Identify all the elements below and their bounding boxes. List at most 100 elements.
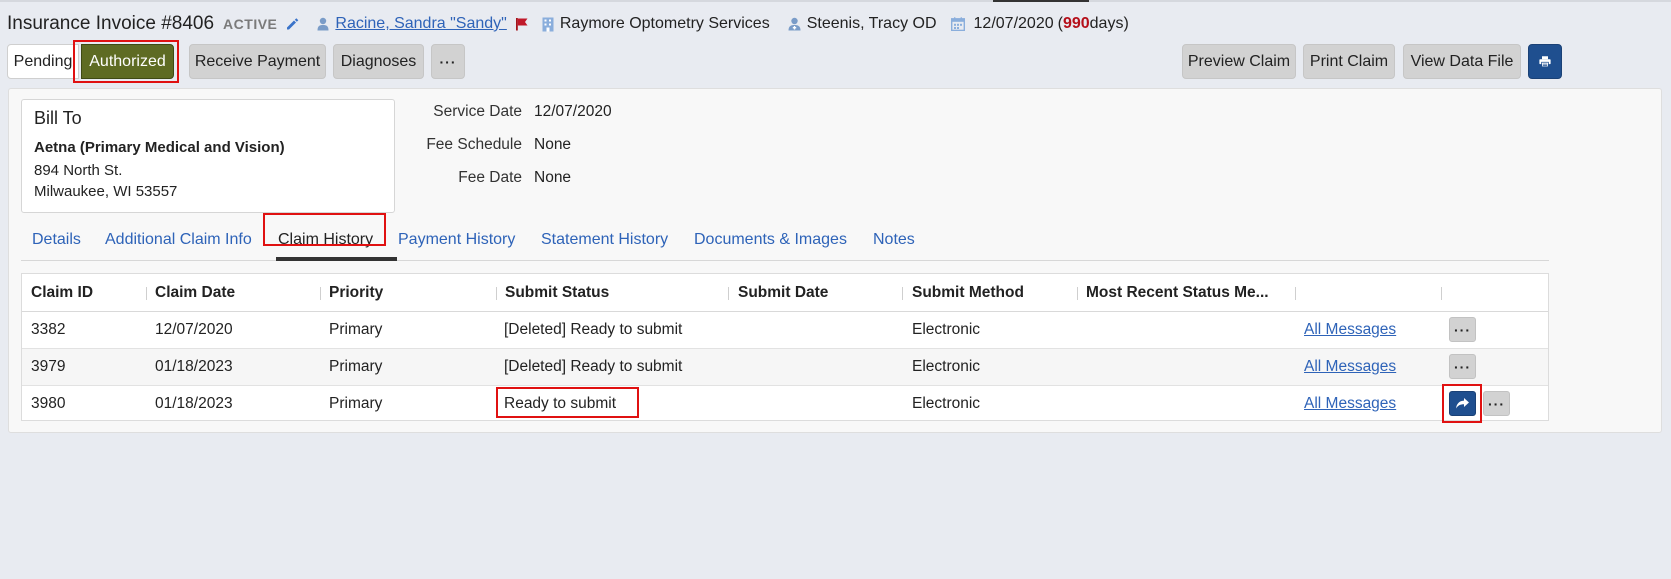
active-tab-indicator	[276, 257, 397, 261]
cell-claim-id: 3382	[31, 321, 66, 338]
all-messages-link[interactable]: All Messages	[1304, 358, 1396, 376]
bill-to-card: Bill To Aetna (Primary Medical and Visio…	[21, 99, 395, 213]
top-border-accent	[993, 0, 1089, 2]
cell-submit-method: Electronic	[912, 395, 981, 412]
column-header[interactable]: Claim ID	[31, 284, 93, 302]
field-fee-schedule: Fee Schedule None	[409, 136, 612, 169]
all-messages-link[interactable]: All Messages	[1304, 395, 1396, 413]
cell-claim-date: 01/18/2023	[155, 395, 233, 412]
column-divider[interactable]	[1077, 287, 1078, 300]
tab-documents-images[interactable]: Documents & Images	[694, 231, 847, 249]
tab-payment-history[interactable]: Payment History	[398, 231, 515, 249]
top-border	[0, 0, 1671, 2]
claim-history-table: Claim ID Claim Date Priority Submit Stat…	[21, 273, 1549, 423]
field-label: Service Date	[433, 103, 522, 120]
more-icon: ···	[1454, 358, 1471, 375]
column-divider[interactable]	[320, 287, 321, 300]
column-header[interactable]: Priority	[329, 284, 383, 302]
cell-priority: Primary	[329, 321, 383, 338]
column-divider[interactable]	[728, 287, 729, 300]
patient-meta: Racine, Sandra "Sandy"	[317, 15, 528, 33]
row-more-button[interactable]: ···	[1449, 354, 1476, 379]
view-data-file-button[interactable]: View Data File	[1403, 44, 1521, 79]
field-service-date: Service Date 12/07/2020	[409, 103, 612, 136]
share-arrow-icon	[1456, 398, 1469, 409]
date-meta: 12/07/2020 (990 days)	[950, 15, 1129, 33]
cell-submit-status: [Deleted] Ready to submit	[504, 321, 683, 338]
cell-claim-date: 01/18/2023	[155, 358, 233, 375]
column-header[interactable]: Submit Method	[912, 284, 1024, 302]
bill-to-name: Aetna (Primary Medical and Vision)	[34, 139, 285, 156]
field-value: None	[534, 169, 572, 186]
cell-claim-date: 12/07/2020	[155, 321, 233, 338]
column-divider[interactable]	[1295, 287, 1296, 300]
tab-details[interactable]: Details	[32, 231, 81, 249]
field-label: Fee Schedule	[426, 136, 522, 153]
receive-payment-button[interactable]: Receive Payment	[189, 44, 326, 79]
printer-icon	[1539, 56, 1551, 68]
column-divider[interactable]	[496, 287, 497, 300]
calendar-icon	[950, 17, 965, 31]
cell-submit-status: Ready to submit	[504, 395, 616, 412]
row-more-button[interactable]: ···	[1449, 317, 1476, 342]
table-row[interactable]: 3382 12/07/2020 Primary [Deleted] Ready …	[22, 312, 1548, 349]
authorized-button[interactable]: Authorized	[81, 44, 174, 79]
invoice-panel: Bill To Aetna (Primary Medical and Visio…	[8, 88, 1662, 433]
provider-name: Steenis, Tracy OD	[806, 15, 937, 32]
pending-button[interactable]: Pending	[7, 44, 79, 79]
user-icon	[317, 17, 329, 31]
more-icon: ···	[439, 53, 457, 70]
column-header[interactable]: Submit Date	[738, 284, 828, 302]
cell-claim-id: 3980	[31, 395, 66, 412]
doctor-icon	[788, 17, 801, 31]
diagnoses-button[interactable]: Diagnoses	[333, 44, 424, 79]
provider-meta: Steenis, Tracy OD	[788, 15, 937, 33]
column-divider[interactable]	[902, 287, 903, 300]
table-header: Claim ID Claim Date Priority Submit Stat…	[22, 274, 1548, 312]
bill-to-address2: Milwaukee, WI 53557	[34, 183, 178, 200]
tab-claim-history[interactable]: Claim History	[278, 231, 373, 249]
location-name: Raymore Optometry Services	[559, 15, 770, 32]
print-button[interactable]	[1528, 44, 1562, 79]
cell-submit-method: Electronic	[912, 358, 981, 375]
tab-bar: Details Additional Claim Info Claim Hist…	[21, 213, 1549, 261]
building-icon	[542, 17, 554, 32]
toolbar: Pending Authorized Receive Payment Diagn…	[7, 40, 1660, 83]
more-icon: ···	[1454, 321, 1471, 338]
column-header[interactable]: Most Recent Status Me...	[1086, 284, 1269, 302]
invoice-date: 12/07/2020	[973, 15, 1054, 32]
field-label: Fee Date	[458, 169, 522, 186]
field-fee-date: Fee Date None	[409, 169, 612, 202]
more-actions-button[interactable]: ···	[431, 44, 465, 79]
print-claim-button[interactable]: Print Claim	[1303, 44, 1395, 79]
tab-statement-history[interactable]: Statement History	[541, 231, 668, 249]
cell-submit-status: [Deleted] Ready to submit	[504, 358, 683, 375]
cell-priority: Primary	[329, 358, 383, 375]
submit-claim-button[interactable]	[1449, 391, 1476, 416]
table-row[interactable]: 3980 01/18/2023 Primary Ready to submit …	[22, 384, 1548, 423]
field-value: 12/07/2020	[534, 103, 612, 120]
invoice-fields: Service Date 12/07/2020 Fee Schedule Non…	[409, 103, 612, 202]
cell-submit-method: Electronic	[912, 321, 981, 338]
page-title: Insurance Invoice #8406	[7, 13, 215, 34]
invoice-header: Insurance Invoice #8406 ACTIVE Racine, S…	[7, 11, 1129, 37]
all-messages-link[interactable]: All Messages	[1304, 321, 1396, 339]
preview-claim-button[interactable]: Preview Claim	[1182, 44, 1296, 79]
column-divider[interactable]	[146, 287, 147, 300]
field-value: None	[534, 136, 572, 153]
patient-link[interactable]: Racine, Sandra "Sandy"	[335, 15, 506, 33]
tab-additional-claim-info[interactable]: Additional Claim Info	[105, 231, 252, 249]
days-count: 990	[1062, 15, 1090, 32]
flag-icon	[515, 17, 529, 31]
cell-priority: Primary	[329, 395, 383, 412]
column-divider[interactable]	[1441, 287, 1442, 300]
pencil-icon[interactable]	[285, 17, 299, 31]
days-suffix: days)	[1089, 15, 1129, 32]
row-more-button[interactable]: ···	[1483, 391, 1510, 416]
column-header[interactable]: Submit Status	[505, 284, 609, 302]
tab-notes[interactable]: Notes	[873, 231, 915, 249]
column-header[interactable]: Claim Date	[155, 284, 235, 302]
table-row[interactable]: 3979 01/18/2023 Primary [Deleted] Ready …	[22, 349, 1548, 386]
bill-to-address1: 894 North St.	[34, 162, 123, 179]
location-meta: Raymore Optometry Services	[542, 15, 770, 33]
